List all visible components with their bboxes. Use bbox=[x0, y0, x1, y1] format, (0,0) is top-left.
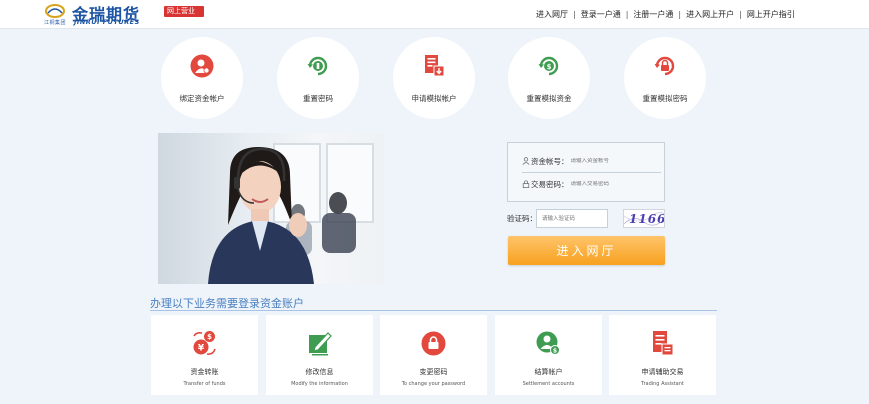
svg-text:¥: ¥ bbox=[198, 344, 205, 354]
captcha-code: 1166 bbox=[629, 212, 665, 226]
lock-icon bbox=[421, 331, 446, 356]
card-title: 结算帐户 bbox=[534, 368, 563, 376]
password-label: 交易密码： bbox=[531, 179, 569, 189]
customer-service-photo bbox=[158, 133, 384, 284]
edit-icon bbox=[309, 332, 332, 356]
service-bind-account[interactable]: 绑定资金帐户 bbox=[161, 37, 243, 119]
service-label: 重置模拟密码 bbox=[642, 94, 688, 103]
agent-illustration bbox=[208, 147, 356, 284]
card-title: 修改信息 bbox=[305, 368, 334, 376]
header: 江铜集团 金瑞期货 JINRUI FUTURES 网上营业厅 进入网厅 | 登录… bbox=[0, 0, 869, 29]
card-subtitle: Modify the information bbox=[291, 381, 348, 387]
captcha-label: 验证码： bbox=[507, 214, 537, 223]
card-change-password[interactable]: 变更密码 To change your password bbox=[380, 315, 487, 395]
currency-transfer-icon: $ ¥ bbox=[193, 331, 216, 355]
service-reset-sim-password[interactable]: 重置模拟密码 bbox=[624, 37, 706, 119]
brand-logo[interactable]: 江铜集团 金瑞期货 JINRUI FUTURES 网上营业厅 bbox=[44, 3, 204, 27]
nav-separator: | bbox=[625, 10, 629, 19]
card-subtitle: Settlement accounts bbox=[522, 381, 575, 387]
captcha-input[interactable] bbox=[536, 209, 608, 228]
svg-text:$: $ bbox=[547, 63, 552, 71]
brand-mark-icon bbox=[45, 4, 65, 18]
account-row: 资金帐号： bbox=[508, 150, 666, 172]
nav-separator: | bbox=[678, 10, 682, 19]
user-icon bbox=[522, 157, 530, 165]
login-form: 资金帐号： 交易密码： bbox=[507, 142, 665, 202]
section-title: 办理以下业务需要登录资金账户 bbox=[150, 297, 304, 310]
refresh-key-icon bbox=[307, 56, 328, 76]
brand-sub: 江铜集团 bbox=[44, 20, 67, 26]
service-label: 重置密码 bbox=[303, 94, 333, 103]
document-list-icon bbox=[653, 331, 674, 356]
card-subtitle: Trading Assistant bbox=[641, 381, 684, 387]
card-subtitle: To change your password bbox=[401, 381, 466, 387]
service-label: 重置模拟资金 bbox=[526, 94, 572, 103]
card-settlement-account[interactable]: $ 结算帐户 Settlement accounts bbox=[495, 315, 602, 395]
user-bind-icon bbox=[190, 54, 214, 78]
brand-name-en: JINRUI FUTURES bbox=[74, 18, 140, 26]
captcha-image[interactable]: 1166 bbox=[623, 209, 665, 228]
card-trading-assistant[interactable]: 申请辅助交易 Trading Assistant bbox=[609, 315, 716, 395]
nav-online-account-opening[interactable]: 进入网上开户 bbox=[686, 9, 734, 20]
password-row: 交易密码： bbox=[508, 173, 666, 195]
brand-badge: 网上营业厅 bbox=[164, 6, 204, 26]
svg-text:$: $ bbox=[207, 333, 212, 341]
nav-enter-hall[interactable]: 进入网厅 bbox=[536, 9, 568, 20]
password-input[interactable] bbox=[570, 181, 651, 187]
nav-separator: | bbox=[739, 10, 742, 19]
svg-text:$: $ bbox=[553, 348, 557, 355]
service-label: 绑定资金帐户 bbox=[179, 94, 225, 103]
nav-register-one-account[interactable]: 注册一户通 bbox=[633, 9, 673, 20]
service-reset-sim-funds[interactable]: $ 重置模拟资金 bbox=[508, 37, 590, 119]
account-label: 资金帐号： bbox=[531, 156, 569, 166]
user-money-icon: $ bbox=[536, 331, 560, 355]
section-divider bbox=[150, 310, 717, 311]
service-apply-sim-account[interactable]: 申请模拟帐户 bbox=[393, 37, 475, 119]
nav-account-opening-guide[interactable]: 网上开户指引 bbox=[747, 9, 795, 20]
lock-icon bbox=[522, 180, 530, 188]
account-input[interactable] bbox=[570, 158, 651, 164]
nav-separator: | bbox=[573, 10, 576, 19]
card-funds-transfer[interactable]: $ ¥ 资金转账 Transfer of funds bbox=[151, 315, 258, 395]
card-title: 变更密码 bbox=[419, 368, 448, 376]
document-download-icon bbox=[425, 55, 445, 77]
top-nav: 进入网厅 | 登录一户通 | 注册一户通 | 进入网上开户 | 网上开户指引 bbox=[536, 9, 795, 20]
card-modify-info[interactable]: 修改信息 Modify the information bbox=[266, 315, 373, 395]
enter-hall-button[interactable]: 进入网厅 bbox=[508, 236, 665, 265]
nav-login-one-account[interactable]: 登录一户通 bbox=[581, 9, 621, 20]
service-reset-password[interactable]: 重置密码 bbox=[277, 37, 359, 119]
card-title: 申请辅助交易 bbox=[641, 368, 684, 376]
refresh-money-icon: $ bbox=[538, 56, 559, 76]
service-label: 申请模拟帐户 bbox=[411, 94, 457, 103]
card-subtitle: Transfer of funds bbox=[183, 381, 226, 387]
card-title: 资金转账 bbox=[190, 368, 219, 376]
refresh-lock-icon bbox=[654, 56, 675, 76]
